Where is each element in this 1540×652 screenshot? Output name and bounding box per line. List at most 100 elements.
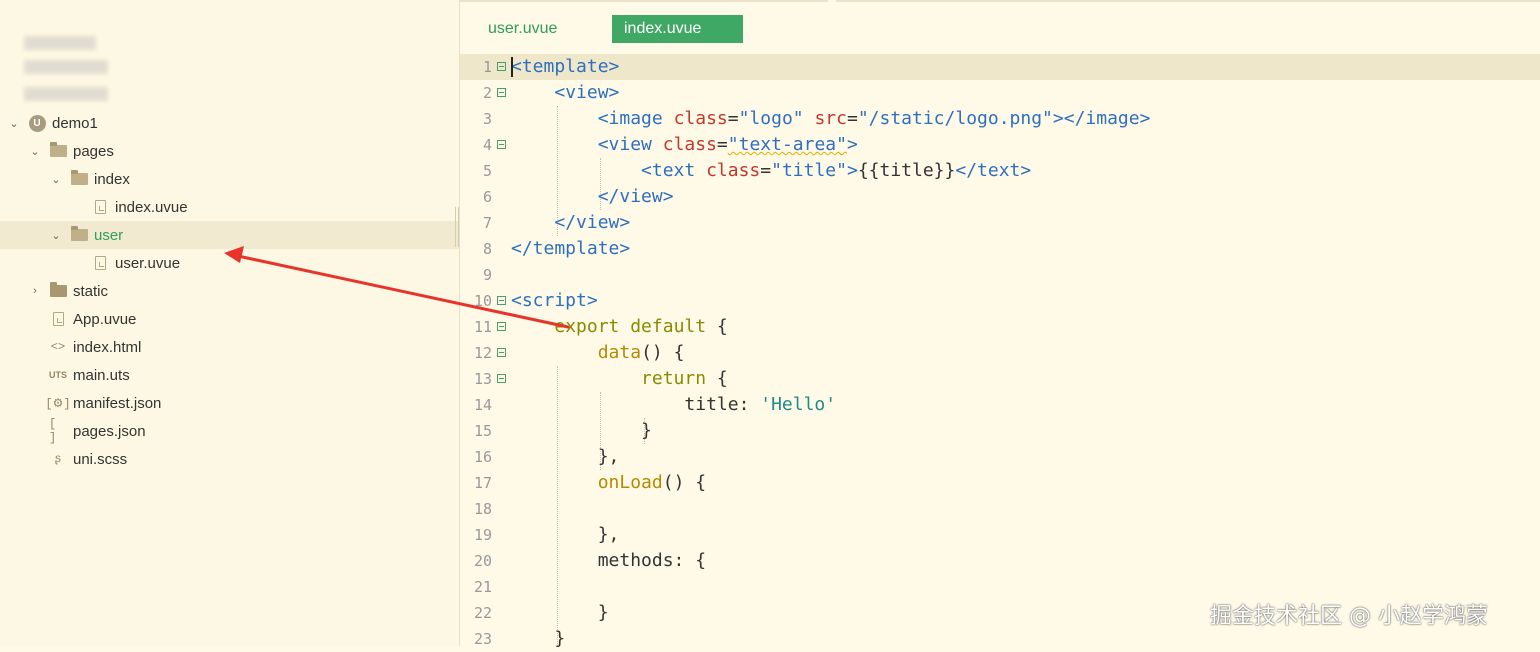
code-editor[interactable]: 1 <template> 2 <view> 3 <image class="logo"…: [460, 54, 1540, 649]
tree-item-uni-scss[interactable]: ›ʂuni.scss: [0, 445, 459, 473]
tree-item-demo1[interactable]: ⌄ Udemo1: [0, 109, 459, 137]
tab-index-uvue[interactable]: index.uvue: [612, 15, 743, 43]
icon-glyph: UTS: [49, 370, 67, 380]
code-token: export default: [554, 316, 707, 337]
code-line[interactable]: 16 },: [460, 444, 1540, 470]
fold-toggle-icon[interactable]: [497, 88, 506, 97]
chevron-down-icon[interactable]: ⌄: [8, 117, 20, 130]
line-number: 16: [473, 448, 492, 466]
tree-item-label: static: [73, 282, 109, 300]
line-number: 12: [473, 344, 492, 362]
code-line[interactable]: 10 <script>: [460, 288, 1540, 314]
tree-item-index[interactable]: ⌄ index: [0, 165, 459, 193]
tree-item-user-uvue[interactable]: ›user.uvue: [0, 249, 459, 277]
tree-item-index-uvue[interactable]: ›index.uvue: [0, 193, 459, 221]
code-token: () {: [662, 472, 707, 493]
tree-item-main-uts[interactable]: ›UTSmain.uts: [0, 361, 459, 389]
code-text: onLoad() {: [511, 470, 706, 496]
tab-user-uvue[interactable]: user.uvue: [476, 15, 569, 43]
code-token: </template>: [511, 238, 631, 259]
fold-toggle-icon[interactable]: [497, 140, 506, 149]
tree-item-label: user: [94, 226, 124, 244]
blurred-item: [24, 87, 108, 101]
json-icon: [ ]: [49, 417, 67, 445]
tree-item-label: demo1: [52, 114, 98, 132]
fold-toggle-icon[interactable]: [497, 348, 506, 357]
line-number: 22: [473, 604, 492, 622]
chevron-right-icon[interactable]: ›: [29, 285, 41, 297]
fold-toggle-icon[interactable]: [497, 62, 506, 71]
code-line[interactable]: 20 methods: {: [460, 548, 1540, 574]
code-line[interactable]: 15 }: [460, 418, 1540, 444]
tree-item-app-uvue[interactable]: ›App.uvue: [0, 305, 459, 333]
file-icon: [49, 310, 67, 328]
code-line[interactable]: 18: [460, 496, 1540, 522]
code-token: >: [846, 160, 858, 181]
code-token: </text>: [955, 160, 1032, 181]
code-line[interactable]: 9: [460, 262, 1540, 288]
code-line[interactable]: 11 export default {: [460, 314, 1540, 340]
file-icon: [91, 198, 109, 216]
code-text: </view>: [511, 184, 674, 210]
code-line[interactable]: 1 <template>: [460, 54, 1540, 80]
code-token: =: [846, 108, 858, 129]
code-text: </view>: [511, 210, 630, 236]
watermark: 掘金技术社区 @ 小赵学鸿蒙: [1210, 604, 1488, 629]
code-line[interactable]: 19 },: [460, 522, 1540, 548]
code-token: "/static/logo.png": [857, 108, 1053, 129]
icon-glyph: [ ]: [49, 417, 57, 445]
code-line[interactable]: 8 </template>: [460, 236, 1540, 262]
code-line[interactable]: 2 <view>: [460, 80, 1540, 106]
code-line[interactable]: 6 </view>: [460, 184, 1540, 210]
code-token: </view>: [597, 186, 674, 207]
code-text: <view class="text-area">: [511, 132, 858, 158]
tree-item-pages-json[interactable]: ›[ ]pages.json: [0, 417, 459, 445]
fold-toggle-icon[interactable]: [497, 322, 506, 331]
code-token: data: [597, 342, 642, 363]
tree-item-label: index.uvue: [115, 198, 188, 216]
tree-item-label: index.html: [73, 338, 142, 356]
code-token: methods: {: [511, 550, 707, 571]
sass-icon: ʂ: [49, 450, 67, 468]
code-token: class: [673, 108, 728, 129]
code-line[interactable]: 17 onLoad() {: [460, 470, 1540, 496]
fold-toggle-icon[interactable]: [497, 296, 506, 305]
line-number: 3: [482, 110, 492, 128]
tree-item-user[interactable]: ⌄ user: [0, 221, 459, 249]
folder-open-icon: [49, 142, 67, 160]
icon-glyph: [⚙]: [45, 396, 71, 411]
line-number: 6: [482, 188, 492, 206]
code-token: () {: [641, 342, 685, 363]
line-number: 5: [482, 162, 492, 180]
code-line[interactable]: 4 <view class="text-area">: [460, 132, 1540, 158]
code-token: },: [511, 446, 620, 467]
uni-app-logo-icon: U: [28, 114, 46, 132]
tree-item-static[interactable]: › static: [0, 277, 459, 305]
code-line[interactable]: 3 <image class="logo" src="/static/logo.…: [460, 106, 1540, 132]
tree-item-manifest-json[interactable]: ›[⚙]manifest.json: [0, 389, 459, 417]
tree-item-index-html[interactable]: ›<>index.html: [0, 333, 459, 361]
project-explorer: ⌄Udemo1⌄pages⌄index›index.uvue⌄user›user…: [0, 0, 460, 646]
code-token: <view: [597, 134, 663, 155]
chevron-down-icon[interactable]: ⌄: [50, 173, 62, 186]
tree-item-pages[interactable]: ⌄ pages: [0, 137, 459, 165]
code-token: class: [662, 134, 717, 155]
code-line[interactable]: 7 </view>: [460, 210, 1540, 236]
fold-toggle-icon[interactable]: [497, 374, 506, 383]
code-line[interactable]: 13 return {: [460, 366, 1540, 392]
chevron-down-icon[interactable]: ⌄: [50, 229, 62, 242]
code-line[interactable]: 12 data() {: [460, 340, 1540, 366]
code-line[interactable]: 5 <text class="title">{{title}}</text>: [460, 158, 1540, 184]
line-number: 17: [473, 474, 492, 492]
code-line[interactable]: 21: [460, 574, 1540, 600]
sidebar-resize-handle[interactable]: [455, 207, 459, 247]
code-line[interactable]: 14 title: 'Hello': [460, 392, 1540, 418]
code-text: }: [511, 600, 609, 626]
chevron-down-icon[interactable]: ⌄: [29, 145, 41, 158]
code-token: onLoad: [597, 472, 663, 493]
